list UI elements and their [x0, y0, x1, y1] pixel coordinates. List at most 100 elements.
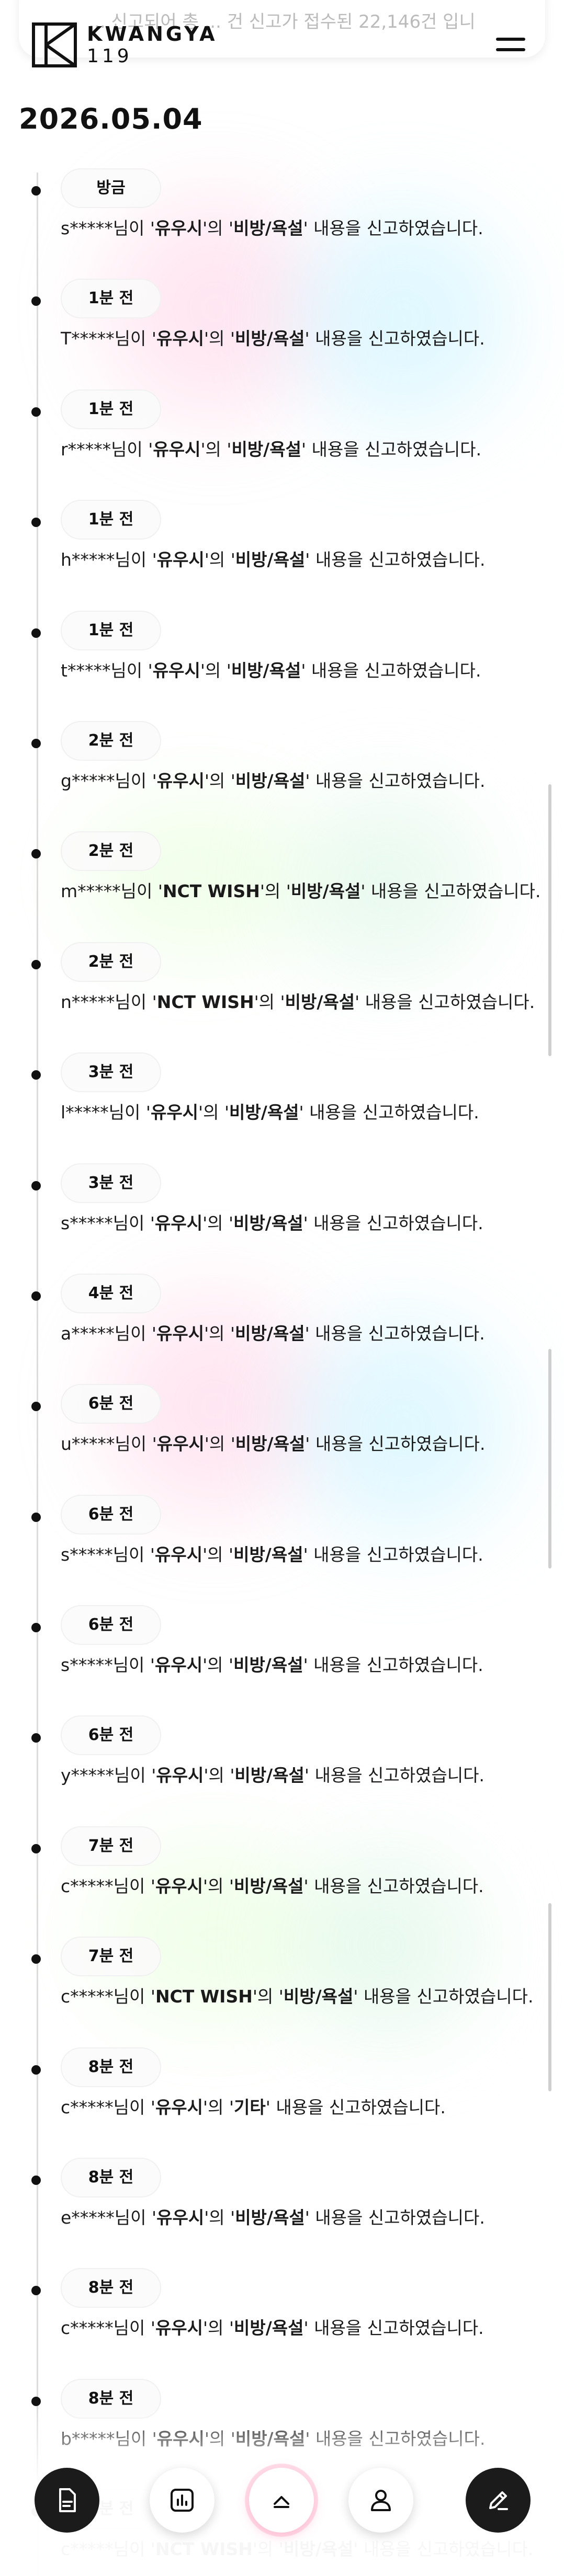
time-badge: 3분 전 — [61, 1163, 161, 1203]
report-message: s*****님이 '유우시'의 '비방/욕설' 내용을 신고하였습니다. — [61, 1652, 483, 1678]
list-item: 6분 전 u*****님이 '유우시'의 '비방/욕설' 내용을 신고하였습니다. — [0, 1384, 564, 1494]
time-badge: 1분 전 — [61, 500, 161, 540]
logo-title: KWANGYA — [87, 22, 218, 45]
artist-name: NCT WISH — [156, 991, 254, 1012]
bottom-navigation — [0, 2468, 564, 2541]
timeline-dot — [31, 849, 41, 859]
message-tail: ' 내용을 신고하였습니다. — [265, 2097, 446, 2117]
message-tail: ' 내용을 신고하였습니다. — [304, 1323, 485, 1344]
report-message: g*****님이 '유우시'의 '비방/욕설' 내용을 신고하였습니다. — [61, 768, 485, 794]
report-category: 비방/욕설 — [290, 881, 361, 902]
message-tail: ' 내용을 신고하였습니다. — [303, 1212, 483, 1233]
message-tail: ' 내용을 신고하였습니다. — [305, 770, 486, 791]
statistics-button[interactable] — [150, 2468, 215, 2533]
report-category: 기타 — [234, 2097, 266, 2117]
list-item: 1분 전 t*****님이 '유우시'의 '비방/욕설' 내용을 신고하였습니다. — [0, 610, 564, 721]
report-message: l*****님이 '유우시'의 '비방/욕설' 내용을 신고하였습니다. — [61, 1100, 479, 1126]
artist-name: 유우시 — [154, 1544, 203, 1565]
timeline-dot — [31, 2065, 41, 2075]
artist-name: 유우시 — [156, 770, 205, 791]
list-item: 6분 전 s*****님이 '유우시'의 '비방/욕설' 내용을 신고하였습니다. — [0, 1605, 564, 1715]
message-tail: ' 내용을 신고하였습니다. — [303, 218, 483, 238]
scroll-to-top-button[interactable] — [249, 2468, 314, 2533]
report-category: 비방/욕설 — [233, 218, 303, 238]
reporter-text: u*****님이 ' — [61, 1434, 157, 1455]
report-message: s*****님이 '유우시'의 '비방/욕설' 내용을 신고하였습니다. — [61, 215, 483, 242]
reporter-text: n*****님이 ' — [61, 991, 157, 1012]
list-item: 6분 전 y*****님이 '유우시'의 '비방/욕설' 내용을 신고하였습니다. — [0, 1715, 564, 1826]
timeline-dot — [31, 1402, 41, 1412]
artist-name: NCT WISH — [155, 1986, 253, 2007]
report-category: 비방/욕설 — [233, 1212, 303, 1233]
reporter-text: y*****님이 ' — [61, 1765, 156, 1786]
separator-text: '의 ' — [204, 1434, 235, 1455]
reporter-text: c*****님이 ' — [61, 2097, 155, 2117]
artist-name: 유우시 — [154, 1655, 203, 1676]
list-item: 7분 전 c*****님이 'NCT WISH'의 '비방/욕설' 내용을 신고하… — [0, 1937, 564, 2047]
report-message: n*****님이 'NCT WISH'의 '비방/욕설' 내용을 신고하였습니다… — [61, 989, 535, 1015]
message-tail: ' 내용을 신고하였습니다. — [301, 439, 482, 460]
message-tail: ' 내용을 신고하였습니다. — [303, 1544, 483, 1565]
logo-subtitle: 119 — [87, 45, 132, 67]
scroll-indicator — [548, 784, 551, 1056]
separator-text: '의 ' — [254, 991, 285, 1012]
time-badge: 6분 전 — [61, 1605, 161, 1645]
report-message: u*****님이 '유우시'의 '비방/욕설' 내용을 신고하였습니다. — [61, 1431, 485, 1457]
report-category: 비방/욕설 — [283, 1986, 354, 2007]
report-message: c*****님이 '유우시'의 '비방/욕설' 내용을 신고하였습니다. — [61, 1873, 484, 1899]
report-message: h*****님이 '유우시'의 '비방/욕설' 내용을 신고하였습니다. — [61, 547, 485, 573]
time-badge: 4분 전 — [61, 1273, 161, 1313]
timeline-dot — [31, 1070, 41, 1080]
write-report-button[interactable] — [466, 2468, 531, 2533]
timeline-dot — [31, 1291, 41, 1301]
reporter-text: c*****님이 ' — [61, 2318, 155, 2339]
report-message: c*****님이 'NCT WISH'의 '비방/욕설' 내용을 신고하였습니다… — [61, 1984, 534, 2010]
artist-name: 유우시 — [154, 218, 203, 238]
reporter-text: g*****님이 ' — [61, 770, 157, 791]
separator-text: '의 ' — [204, 770, 235, 791]
my-page-button[interactable] — [348, 2468, 413, 2533]
kwangya-logo-icon — [32, 22, 77, 67]
time-badge: 7분 전 — [61, 1826, 161, 1866]
list-item: 8분 전 e*****님이 '유우시'의 '비방/욕설' 내용을 신고하였습니다. — [0, 2158, 564, 2268]
message-tail: ' 내용을 신고하였습니다. — [303, 1655, 483, 1676]
artist-name: 유우시 — [156, 328, 205, 349]
list-item: 7분 전 c*****님이 '유우시'의 '비방/욕설' 내용을 신고하였습니다. — [0, 1826, 564, 1937]
separator-text: '의 ' — [202, 1544, 234, 1565]
report-list-button[interactable] — [35, 2468, 99, 2533]
time-badge: 3분 전 — [61, 1052, 161, 1093]
reporter-text: s*****님이 ' — [61, 1212, 155, 1233]
logo[interactable]: KWANGYA 119 — [31, 22, 218, 68]
artist-name: 유우시 — [155, 2097, 204, 2117]
reporter-text: c*****님이 ' — [61, 1875, 155, 1896]
time-badge: 6분 전 — [61, 1384, 161, 1424]
reporter-text: s*****님이 ' — [61, 1544, 155, 1565]
report-category: 비방/욕설 — [233, 1655, 303, 1676]
report-category: 비방/욕설 — [234, 1765, 304, 1786]
message-tail: ' 내용을 신고하였습니다. — [299, 1102, 479, 1123]
list-item: 방금 s*****님이 '유우시'의 '비방/욕설' 내용을 신고하였습니다. — [0, 168, 564, 279]
time-badge: 6분 전 — [61, 1494, 161, 1535]
separator-text: '의 ' — [204, 2207, 235, 2228]
reporter-text: a*****님이 ' — [61, 1323, 157, 1344]
message-tail: ' 내용을 신고하였습니다. — [355, 991, 535, 1012]
report-message: c*****님이 '유우시'의 '기타' 내용을 신고하였습니다. — [61, 2094, 446, 2121]
list-item: 1분 전 T*****님이 '유우시'의 '비방/욕설' 내용을 신고하였습니다. — [0, 279, 564, 389]
timeline-dot — [31, 2286, 41, 2296]
list-item: 6분 전 s*****님이 '유우시'의 '비방/욕설' 내용을 신고하였습니다. — [0, 1494, 564, 1605]
artist-name: 유우시 — [156, 2207, 205, 2228]
report-category: 비방/욕설 — [235, 2207, 305, 2228]
time-badge: 8분 전 — [61, 2047, 161, 2087]
report-message: t*****님이 '유우시'의 '비방/욕설' 내용을 신고하였습니다. — [61, 658, 481, 684]
hamburger-icon[interactable] — [496, 36, 525, 54]
timeline-dot — [31, 186, 41, 196]
reporter-text: m*****님이 ' — [61, 881, 163, 902]
time-badge: 1분 전 — [61, 610, 161, 650]
reporter-text: l*****님이 ' — [61, 1102, 151, 1123]
timeline-dot — [31, 1954, 41, 1964]
timeline-dot — [31, 1512, 41, 1522]
timeline-dot — [31, 1733, 41, 1743]
report-message: r*****님이 '유우시'의 '비방/욕설' 내용을 신고하였습니다. — [61, 437, 481, 463]
separator-text: '의 ' — [202, 1655, 234, 1676]
separator-text: '의 ' — [260, 881, 291, 902]
